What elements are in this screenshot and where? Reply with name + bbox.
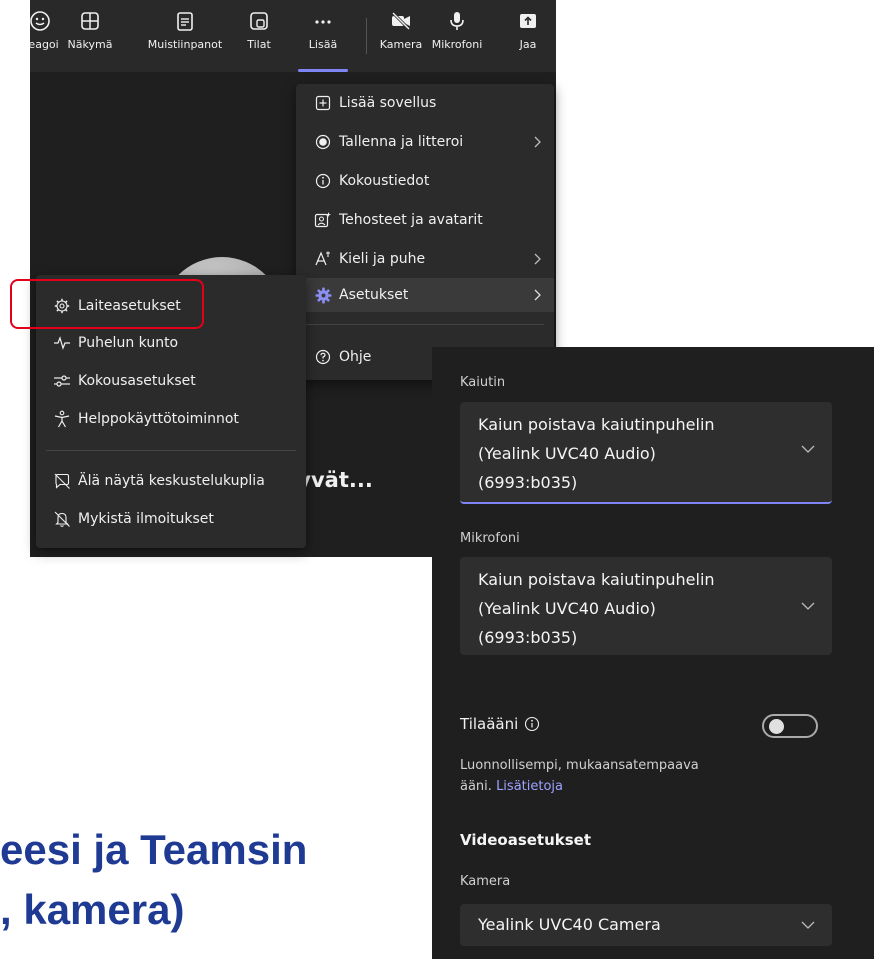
menu-label: Tallenna ja litteroi [339,134,464,150]
mic-line-1: Kaiun poistava kaiutinpuhelin [478,570,715,589]
chat-bubble-off-icon [54,473,70,489]
speaker-line-3: (6993:b035) [478,473,578,492]
rooms-button[interactable]: Tilat [224,10,294,51]
spatial-desc-line-1: Luonnollisempi, mukaansatempaava [460,758,699,773]
device-settings-highlight [10,279,204,329]
share-button[interactable]: Jaa [498,10,556,51]
menu-divider [306,324,544,325]
info-icon[interactable] [524,716,540,732]
meeting-toolbar: Reagoi Näkymä Muistiinpanot Tilat Lisää … [30,0,556,72]
speaker-dropdown[interactable]: Kaiun poistava kaiutinpuhelin (Yealink U… [460,402,832,504]
menu-item-record[interactable]: Tallenna ja litteroi [296,125,554,159]
help-icon [315,349,331,365]
effects-avatar-icon [314,212,331,228]
camera-off-icon [391,11,411,31]
view-button[interactable]: Näkymä [55,10,125,51]
spatial-audio-toggle[interactable] [762,714,818,738]
accessibility-icon [54,410,70,428]
spatial-desc-line-2: ääni. [460,779,492,794]
chevron-down-icon [801,602,815,610]
more-dots-icon [315,20,331,24]
more-active-indicator [298,69,348,72]
menu-label: Älä näytä keskustelukuplia [78,473,265,489]
spatial-audio-row: Tilaääni [460,715,540,733]
mic-button[interactable]: Mikrofoni [422,10,492,51]
menu-label: Tehosteet ja avatarit [339,212,483,228]
add-app-icon [315,95,331,111]
bell-off-icon [54,511,70,527]
slide-heading-line-2: , kamera) [0,886,185,933]
slide-heading-line-1: eesi ja Teamsin [0,826,308,873]
menu-item-meeting-info[interactable]: Kokoustiedot [296,164,554,198]
slide-heading: eesi ja Teamsin , kamera) [0,820,307,940]
menu-item-no-chat-bubbles[interactable]: Älä näytä keskustelukuplia [36,464,306,498]
breakout-rooms-icon [250,12,268,30]
menu-label: Lisää sovellus [339,95,437,111]
microphone-icon [450,12,464,30]
menu-item-call-health[interactable]: Puhelun kunto [36,326,306,360]
chevron-down-icon [801,921,815,929]
menu-item-meeting-settings[interactable]: Kokousasetukset [36,364,306,398]
camera-value: Yealink UVC40 Camera [478,915,661,934]
device-settings-panel: Kaiutin Kaiun poistava kaiutinpuhelin (Y… [432,347,874,959]
smile-icon [30,11,50,31]
more-label: Lisää [308,38,338,51]
record-icon [315,134,331,150]
more-menu: Lisää sovellus Tallenna ja litteroi Koko… [296,84,554,380]
menu-item-mute-notifications[interactable]: Mykistä ilmoitukset [36,502,306,536]
menu-label: Ohje [339,349,372,365]
mic-label: Mikrofoni [460,531,520,546]
info-icon [315,173,331,189]
chevron-right-icon [534,136,541,148]
menu-label: Puhelun kunto [78,335,179,351]
menu-divider [46,450,296,451]
gear-icon [315,287,331,303]
spatial-audio-description: Luonnollisempi, mukaansatempaava ääni. L… [460,755,800,797]
menu-label: Kieli ja puhe [339,251,426,267]
mic-label: Mikrofoni [431,38,483,51]
more-button[interactable]: Lisää [288,10,358,51]
menu-item-settings[interactable]: Asetukset [296,278,554,312]
chevron-down-icon [801,445,815,453]
camera-dropdown[interactable]: Yealink UVC40 Camera [460,904,832,946]
grid-view-icon [81,12,99,30]
mic-line-2: (Yealink UVC40 Audio) [478,599,656,618]
notes-icon [177,12,193,31]
toggle-knob [769,719,784,734]
view-label: Näkymä [67,38,113,51]
camera-label: Kamera [379,38,423,51]
chevron-right-icon [534,253,541,265]
speaker-label: Kaiutin [460,375,506,390]
menu-item-add-app[interactable]: Lisää sovellus [296,86,554,120]
speaker-line-1: Kaiun poistava kaiutinpuhelin [478,415,715,434]
notes-button[interactable]: Muistiinpanot [136,10,234,51]
menu-item-effects[interactable]: Tehosteet ja avatarit [296,203,554,237]
camera-label: Kamera [460,874,511,889]
rooms-label: Tilat [247,38,271,51]
menu-label: Kokousasetukset [78,373,196,389]
menu-label: Helppokäyttötoiminnot [78,411,239,427]
notes-label: Muistiinpanot [147,38,223,51]
menu-label: Mykistä ilmoitukset [78,511,214,527]
mic-dropdown[interactable]: Kaiun poistava kaiutinpuhelin (Yealink U… [460,557,832,655]
pulse-icon [54,336,70,350]
share-screen-icon [520,14,536,28]
sliders-icon [54,375,70,387]
mic-line-3: (6993:b035) [478,628,578,647]
menu-item-accessibility[interactable]: Helppokäyttötoiminnot [36,402,306,436]
language-icon [315,251,330,266]
menu-item-language[interactable]: Kieli ja puhe [296,242,554,276]
share-label: Jaa [519,38,537,51]
menu-label: Asetukset [339,287,409,303]
spatial-audio-label: Tilaääni [460,715,519,733]
video-settings-heading: Videoasetukset [460,831,592,849]
chevron-right-icon [534,289,541,301]
speaker-line-2: (Yealink UVC40 Audio) [478,444,656,463]
learn-more-link[interactable]: Lisätietoja [496,779,563,794]
menu-label: Kokoustiedot [339,173,430,189]
